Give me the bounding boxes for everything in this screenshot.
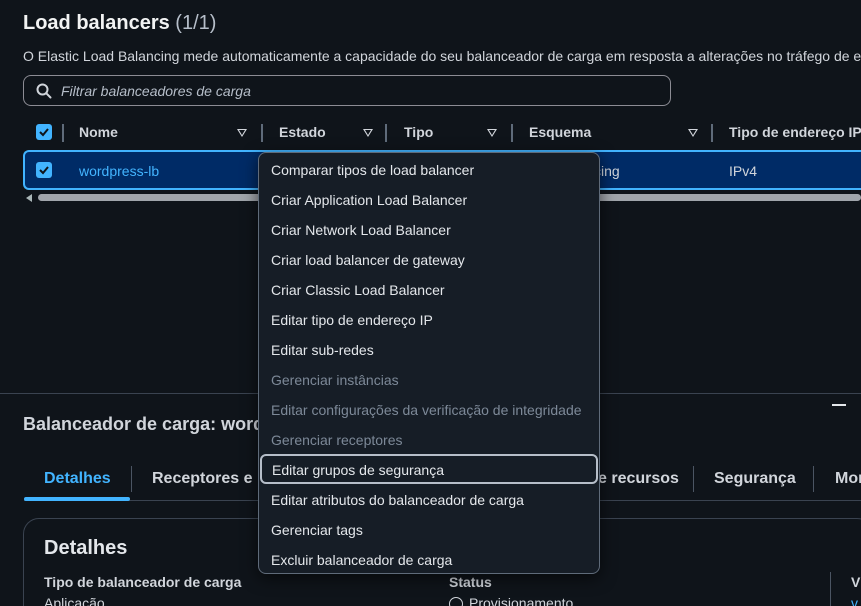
sort-caret-icon[interactable] <box>688 129 698 137</box>
menu-item-label: Editar atributos do balanceador de carga <box>271 492 524 508</box>
tab-separator <box>693 466 694 492</box>
menu-item-create-gwlb[interactable]: Criar load balancer de gateway <box>259 244 599 274</box>
status-value: Provisionamento <box>469 595 574 606</box>
menu-item-edit-security-groups[interactable]: Editar grupos de segurança <box>260 454 598 484</box>
column-separator[interactable] <box>385 124 387 142</box>
menu-item-manage-instances: Gerenciar instâncias <box>259 364 599 394</box>
check-icon <box>39 128 49 137</box>
page-title-text: Load balancers <box>23 12 170 34</box>
menu-item-label: Criar Network Load Balancer <box>271 222 451 238</box>
menu-item-manage-listeners: Gerenciar receptores <box>259 424 599 454</box>
tab-separator <box>131 466 132 492</box>
page-title: Load balancers (1/1) <box>23 12 216 35</box>
menu-item-edit-attributes[interactable]: Editar atributos do balanceador de carga <box>259 484 599 514</box>
menu-item-label: Criar Application Load Balancer <box>271 192 468 208</box>
column-separator[interactable] <box>511 124 513 142</box>
tab-listeners[interactable]: Receptores e r <box>152 470 263 488</box>
tab-details[interactable]: Detalhes <box>44 470 111 488</box>
menu-item-label: Comparar tipos de load balancer <box>271 162 475 178</box>
search-icon <box>36 83 52 99</box>
column-header-scheme[interactable]: Esquema <box>529 124 591 144</box>
sort-caret-icon[interactable] <box>237 129 247 137</box>
menu-item-label: Criar Classic Load Balancer <box>271 282 445 298</box>
menu-item-create-nlb[interactable]: Criar Network Load Balancer <box>259 214 599 244</box>
column-header-ip-type[interactable]: Tipo de endereço IP <box>729 124 861 144</box>
menu-item-create-alb[interactable]: Criar Application Load Balancer <box>259 184 599 214</box>
lb-type-value: Aplicação <box>44 595 105 606</box>
sort-caret-icon[interactable] <box>487 129 497 137</box>
details-card-title: Detalhes <box>44 537 128 559</box>
column-separator <box>830 572 831 606</box>
menu-item-label: Excluir balanceador de carga <box>271 552 453 568</box>
search-placeholder: Filtrar balanceadores de carga <box>61 83 251 99</box>
column-header-state[interactable]: Estado <box>279 124 326 144</box>
tab-separator <box>813 466 814 492</box>
lb-type-label: Tipo de balanceador de carga <box>44 574 242 590</box>
menu-item-label: Gerenciar instâncias <box>271 372 399 388</box>
row-ip-type: IPv4 <box>729 163 758 179</box>
menu-item-create-clb[interactable]: Criar Classic Load Balancer <box>259 274 599 304</box>
select-all-checkbox[interactable] <box>36 124 52 140</box>
column-separator[interactable] <box>261 124 263 142</box>
split-panel-title: Balanceador de carga: wordp <box>23 414 276 434</box>
tab-security[interactable]: Segurança <box>714 470 796 488</box>
tab-more[interactable]: Mor <box>835 470 861 488</box>
menu-item-compare-types[interactable]: Comparar tipos de load balancer <box>259 154 599 184</box>
menu-item-label: Editar grupos de segurança <box>272 462 444 478</box>
menu-item-edit-ip-type[interactable]: Editar tipo de endereço IP <box>259 304 599 334</box>
active-tab-indicator <box>24 497 130 501</box>
row-name-link[interactable]: wordpress-lb <box>79 163 159 179</box>
column-separator[interactable] <box>711 124 713 142</box>
menu-item-delete-lb[interactable]: Excluir balanceador de carga <box>259 544 599 574</box>
search-input[interactable]: Filtrar balanceadores de carga <box>23 75 671 106</box>
third-field-label: V <box>851 574 861 590</box>
column-header-type[interactable]: Tipo <box>404 124 433 144</box>
row-checkbox[interactable] <box>36 162 52 178</box>
menu-item-label: Gerenciar tags <box>271 522 363 538</box>
scroll-left-icon[interactable] <box>26 194 32 202</box>
selection-count: (1/1) <box>175 12 217 34</box>
menu-item-manage-tags[interactable]: Gerenciar tags <box>259 514 599 544</box>
menu-item-edit-subnets[interactable]: Editar sub-redes <box>259 334 599 364</box>
column-header-name[interactable]: Nome <box>79 124 118 144</box>
menu-item-label: Editar tipo de endereço IP <box>271 312 433 328</box>
menu-item-label: Gerenciar receptores <box>271 432 403 448</box>
check-icon <box>39 166 49 175</box>
status-pending-icon <box>449 597 463 606</box>
actions-dropdown-menu: Comparar tipos de load balancer Criar Ap… <box>258 152 600 574</box>
tab-resources[interactable]: e recursos <box>598 470 679 488</box>
menu-item-edit-health-check: Editar configurações da verificação de i… <box>259 394 599 424</box>
menu-item-label: Criar load balancer de gateway <box>271 252 465 268</box>
menu-item-label: Editar sub-redes <box>271 342 374 358</box>
menu-item-label: Editar configurações da verificação de i… <box>271 402 582 418</box>
sort-caret-icon[interactable] <box>363 129 373 137</box>
third-field-value[interactable]: v <box>851 595 858 606</box>
minimize-icon[interactable] <box>832 404 846 406</box>
status-label: Status <box>449 574 492 590</box>
column-separator <box>62 124 64 142</box>
page-description: O Elastic Load Balancing mede automatica… <box>23 48 861 64</box>
